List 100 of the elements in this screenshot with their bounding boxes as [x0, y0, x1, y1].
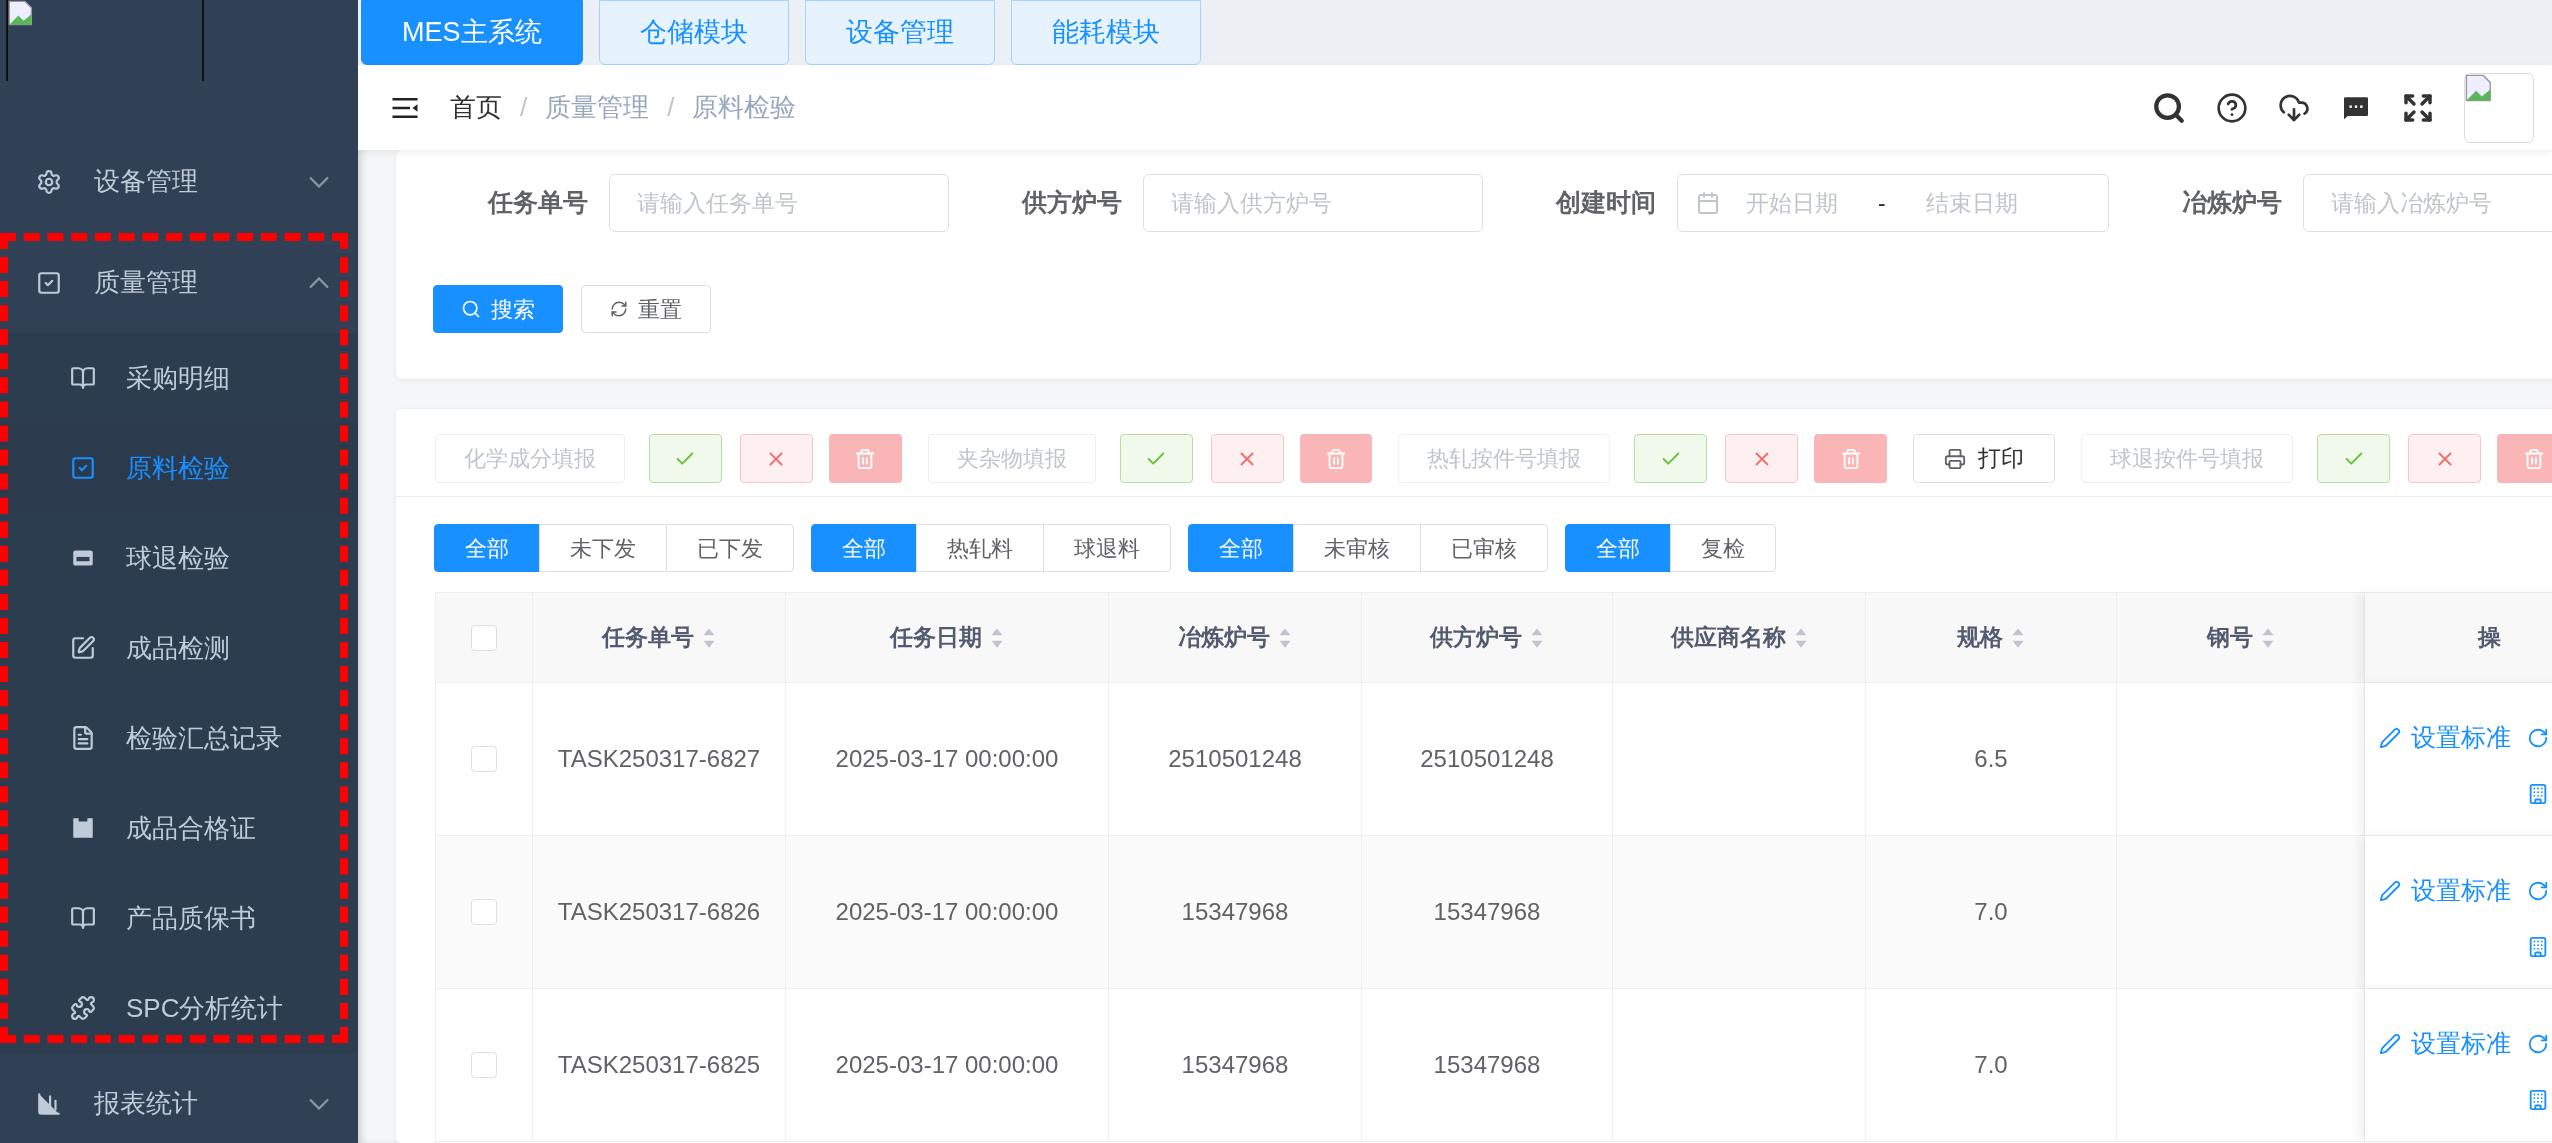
checkbox[interactable] — [471, 624, 497, 651]
trash-icon — [2522, 447, 2545, 470]
set-standard-link[interactable]: 设置标准 — [2379, 719, 2511, 757]
sidebar-item-label: 原料检验 — [126, 451, 230, 485]
filter-button[interactable]: 热轧料 — [916, 524, 1044, 572]
table-cell: 2025-03-17 00:00:00 — [786, 989, 1109, 1142]
sidebar-group-label: 设备管理 — [94, 165, 199, 198]
range-separator: - — [1878, 188, 1886, 218]
sidebar-item-label: 球退检验 — [126, 541, 230, 575]
sidebar-item[interactable]: SPC分析统计 — [0, 963, 358, 1053]
sort-icon[interactable] — [2260, 626, 2275, 649]
set-standard-link[interactable]: 设置标准 — [2379, 872, 2511, 910]
book-icon — [70, 365, 96, 391]
filter-button[interactable]: 已审核 — [1420, 524, 1548, 572]
checkbox-icon — [70, 455, 96, 481]
table-row[interactable]: TASK250317-6826 2025-03-17 00:00:00 15347968 15347968 7.0 设置标准 — [436, 836, 2552, 989]
building-icon[interactable] — [2527, 1088, 2549, 1111]
sort-icon[interactable] — [2011, 626, 2025, 649]
date-range-field[interactable]: 开始日期 - 结束日期 — [1677, 174, 2109, 232]
sidebar-item[interactable]: 检验汇总记录 — [0, 693, 358, 783]
building-icon[interactable] — [2527, 782, 2549, 805]
sort-icon[interactable] — [990, 626, 1004, 649]
module-tab[interactable]: MES主系统 — [361, 0, 583, 65]
filter-button[interactable]: 全部 — [811, 524, 917, 572]
trash-icon — [1325, 447, 1348, 470]
filter-button[interactable]: 全部 — [1188, 524, 1294, 572]
refresh-icon[interactable] — [2527, 879, 2549, 902]
breadcrumb-item: 原料检验 — [692, 91, 797, 124]
input-field[interactable]: 请输入任务单号 — [609, 174, 949, 232]
sidebar-group-item[interactable]: 质量管理 — [0, 232, 358, 333]
breadcrumb-separator: / — [667, 91, 675, 124]
fullscreen-icon[interactable] — [2402, 91, 2434, 124]
filter-button[interactable]: 全部 — [434, 524, 540, 572]
sidebar-item[interactable]: 采购明细 — [0, 333, 358, 423]
pen-icon — [2379, 1032, 2401, 1055]
table-cell: 15347968 — [1109, 989, 1362, 1142]
sort-icon[interactable] — [1530, 626, 1544, 649]
sidebar-item-label: 采购明细 — [126, 361, 230, 395]
checkbox-icon — [36, 269, 62, 296]
start-date-placeholder: 开始日期 — [1746, 188, 1838, 218]
table-row[interactable]: TASK250317-6827 2025-03-17 00:00:00 2510501248 2510501248 6.5 设置标准 — [436, 683, 2552, 836]
refresh-icon[interactable] — [2527, 726, 2549, 749]
sidebar-item-label: 成品合格证 — [126, 811, 256, 845]
sidebar-group-label: 质量管理 — [94, 266, 199, 299]
broken-image-icon — [8, 0, 34, 26]
open-book-icon — [70, 905, 96, 931]
filter-button[interactable]: 全部 — [1565, 524, 1671, 572]
building-icon[interactable] — [2527, 935, 2549, 958]
sidebar-group-item[interactable]: 报表统计 — [0, 1053, 358, 1143]
search-icon[interactable] — [2152, 90, 2186, 125]
checkbox[interactable] — [471, 746, 497, 772]
breadcrumb-item[interactable]: 首页 — [450, 88, 502, 127]
input-field[interactable]: 请输入冶炼炉号 — [2303, 174, 2552, 232]
field-label: 供方炉号 — [1022, 187, 1122, 219]
sort-icon[interactable] — [702, 626, 716, 649]
calendar-icon — [1696, 191, 1720, 215]
filter-button[interactable]: 未下发 — [539, 524, 667, 572]
sidebar-item[interactable]: 成品检测 — [0, 603, 358, 693]
broken-image-icon — [2465, 73, 2493, 102]
reset-button[interactable]: 重置 — [581, 285, 711, 333]
filter-button[interactable]: 球退料 — [1043, 524, 1171, 572]
refresh-icon[interactable] — [2527, 1032, 2549, 1055]
sidebar-item[interactable]: 产品质保书 — [0, 873, 358, 963]
puzzle-icon — [70, 995, 96, 1021]
filter-button[interactable]: 复检 — [1670, 524, 1776, 572]
sidebar-item[interactable]: 球退检验 — [0, 513, 358, 603]
sidebar-item-label: 成品检测 — [126, 631, 230, 665]
checkbox[interactable] — [471, 899, 497, 925]
settings-icon — [36, 168, 62, 195]
sidebar-item[interactable]: 原料检验 — [0, 423, 358, 513]
sidebar-item-label: 产品质保书 — [126, 901, 256, 935]
search-button[interactable]: 搜索 — [433, 285, 563, 333]
sort-icon[interactable] — [1278, 626, 1292, 649]
set-standard-link[interactable]: 设置标准 — [2379, 1025, 2511, 1063]
breadcrumb-separator: / — [520, 91, 528, 124]
sidebar-item[interactable]: 成品合格证 — [0, 783, 358, 873]
filter-button[interactable]: 已下发 — [666, 524, 794, 572]
field-label: 任务单号 — [488, 187, 588, 219]
field-label: 创建时间 — [1556, 187, 1656, 219]
trash-icon — [854, 447, 877, 470]
search-icon — [461, 299, 481, 319]
table-cell: 7.0 — [1866, 989, 2117, 1142]
input-field[interactable]: 请输入供方炉号 — [1143, 174, 1483, 232]
avatar-placeholder[interactable] — [2464, 72, 2534, 143]
table-cell: TASK250317-6825 — [533, 989, 786, 1142]
checkbox[interactable] — [471, 1052, 497, 1078]
trash-icon — [1839, 447, 1862, 470]
sort-icon[interactable] — [1793, 626, 1808, 649]
pen-icon — [2379, 726, 2401, 749]
table-row[interactable]: TASK250317-6825 2025-03-17 00:00:00 15347968 15347968 7.0 设置标准 — [436, 989, 2552, 1142]
pen-icon — [2379, 879, 2401, 902]
sidebar-item-label: SPC分析统计 — [126, 991, 284, 1025]
sidebar-group-item[interactable]: 设备管理 — [0, 131, 358, 232]
field-label: 冶炼炉号 — [2182, 187, 2282, 219]
print-button[interactable]: 打印 — [1913, 434, 2056, 483]
sidebar-group-label: 报表统计 — [94, 1087, 199, 1120]
file-icon — [70, 725, 96, 751]
filter-button[interactable]: 未审核 — [1293, 524, 1421, 572]
column-header[interactable]: 操 — [2365, 593, 2552, 683]
help-icon[interactable] — [2216, 91, 2248, 124]
